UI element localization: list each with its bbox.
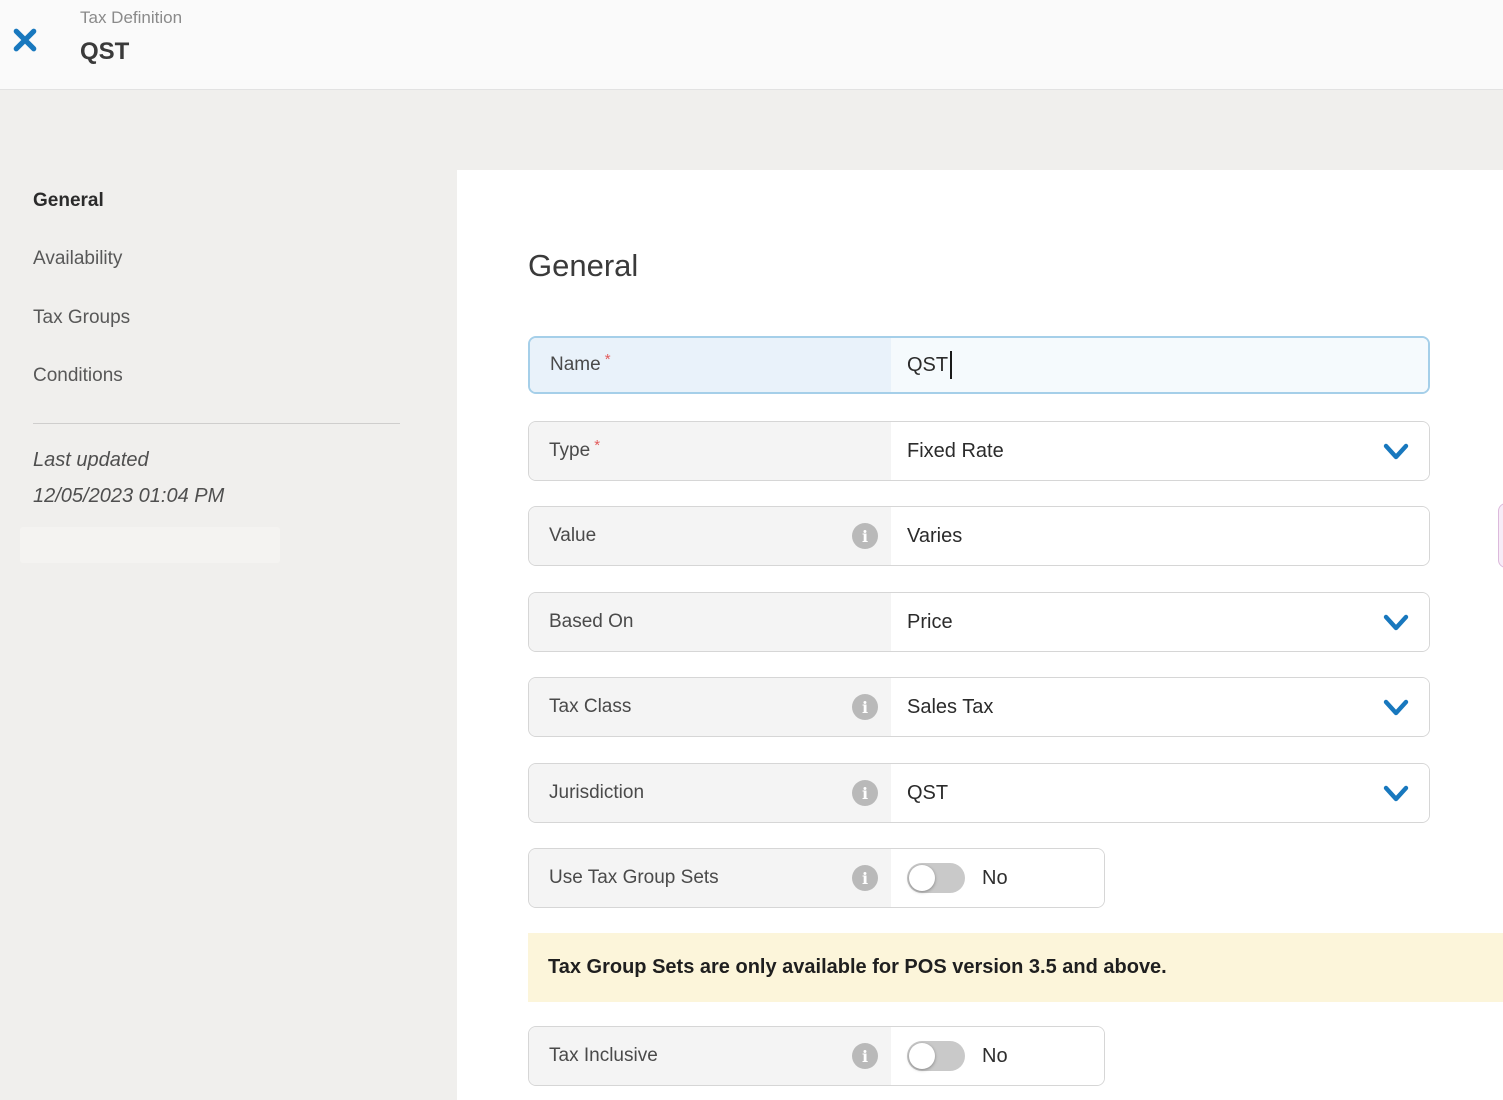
value-label-text: Value — [549, 525, 596, 547]
field-row-type: Type* Fixed Rate — [528, 421, 1430, 481]
info-icon[interactable]: i — [852, 1043, 878, 1069]
tax-inclusive-toggle[interactable] — [907, 1041, 965, 1071]
field-row-name: Name* QST — [528, 336, 1430, 394]
chevron-down-icon — [1383, 614, 1409, 631]
name-input-value: QST — [907, 354, 948, 377]
sidebar-divider — [33, 423, 400, 424]
type-select[interactable]: Fixed Rate — [891, 422, 1429, 480]
jurisdiction-select[interactable]: QST — [891, 764, 1429, 822]
based-on-select[interactable]: Price — [891, 593, 1429, 651]
chevron-down-icon — [1383, 443, 1409, 460]
value-field[interactable]: Varies — [891, 507, 1429, 565]
dialog-subtitle: Tax Definition — [80, 8, 182, 28]
info-icon[interactable]: i — [852, 523, 878, 549]
toggle-knob — [909, 865, 935, 891]
based-on-select-value: Price — [907, 611, 953, 634]
field-row-based-on: Based On Price — [528, 592, 1430, 652]
use-tax-group-sets-label-text: Use Tax Group Sets — [549, 867, 719, 889]
close-button[interactable] — [11, 25, 41, 55]
field-row-value: Value i Varies — [528, 506, 1430, 566]
tax-inclusive-label: Tax Inclusive i — [529, 1027, 891, 1085]
use-tax-group-sets-toggle[interactable] — [907, 863, 965, 893]
tax-class-label-text: Tax Class — [549, 696, 631, 718]
name-input[interactable]: QST — [891, 338, 1428, 392]
dialog-header: Tax Definition QST — [0, 0, 1503, 90]
use-tax-group-sets-control: No — [891, 849, 1104, 907]
chevron-down-icon — [1383, 785, 1409, 802]
sidebar-item-general[interactable]: General — [33, 190, 104, 212]
required-asterisk: * — [594, 437, 600, 454]
close-icon — [11, 26, 41, 54]
type-label: Type* — [529, 422, 891, 480]
type-select-value: Fixed Rate — [907, 440, 1004, 463]
use-tax-group-sets-label: Use Tax Group Sets i — [529, 849, 891, 907]
tax-group-sets-notice: Tax Group Sets are only available for PO… — [528, 933, 1503, 1002]
sidebar-item-availability[interactable]: Availability — [33, 248, 122, 270]
general-section-panel: General Name* QST Type* Fixed Rate Value… — [457, 170, 1503, 1100]
text-caret — [950, 351, 952, 379]
tax-inclusive-label-text: Tax Inclusive — [549, 1045, 658, 1067]
per-location-values-button[interactable] — [1498, 503, 1503, 568]
based-on-label-text: Based On — [549, 611, 634, 633]
chevron-down-icon — [1383, 699, 1409, 716]
jurisdiction-select-value: QST — [907, 782, 948, 805]
value-label: Value i — [529, 507, 891, 565]
toggle-knob — [909, 1043, 935, 1069]
toggle-state-label: No — [982, 867, 1008, 890]
value-field-text: Varies — [907, 525, 962, 548]
field-row-tax-class: Tax Class i Sales Tax — [528, 677, 1430, 737]
name-label-text: Name — [550, 354, 601, 376]
sidebar-item-conditions[interactable]: Conditions — [33, 365, 123, 387]
sidebar-ghost-band — [20, 527, 280, 563]
based-on-label: Based On — [529, 593, 891, 651]
tax-inclusive-control: No — [891, 1027, 1104, 1085]
tax-class-label: Tax Class i — [529, 678, 891, 736]
field-row-jurisdiction: Jurisdiction i QST — [528, 763, 1430, 823]
section-title: General — [528, 248, 638, 284]
field-row-tax-inclusive: Tax Inclusive i No — [528, 1026, 1105, 1086]
notice-text: Tax Group Sets are only available for PO… — [548, 956, 1167, 979]
toggle-state-label: No — [982, 1045, 1008, 1068]
info-icon[interactable]: i — [852, 780, 878, 806]
required-asterisk: * — [605, 351, 611, 368]
jurisdiction-label-text: Jurisdiction — [549, 782, 644, 804]
sidebar: General Availability Tax Groups Conditio… — [0, 90, 457, 1100]
type-label-text: Type — [549, 440, 590, 462]
page-title: QST — [80, 38, 129, 66]
tax-class-select[interactable]: Sales Tax — [891, 678, 1429, 736]
info-icon[interactable]: i — [852, 865, 878, 891]
sidebar-item-tax-groups[interactable]: Tax Groups — [33, 307, 130, 329]
last-updated-value: 12/05/2023 01:04 PM — [33, 485, 224, 508]
tax-class-select-value: Sales Tax — [907, 696, 993, 719]
jurisdiction-label: Jurisdiction i — [529, 764, 891, 822]
info-icon[interactable]: i — [852, 694, 878, 720]
name-label: Name* — [530, 338, 891, 392]
last-updated-label: Last updated — [33, 449, 149, 472]
field-row-use-tax-group-sets: Use Tax Group Sets i No — [528, 848, 1105, 908]
